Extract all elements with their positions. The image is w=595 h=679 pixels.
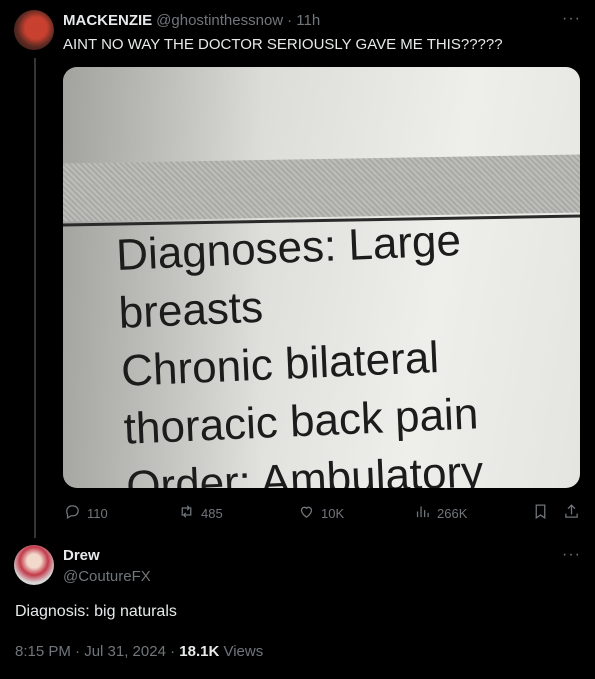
reply-views-label: Views — [223, 643, 264, 660]
like-button[interactable]: 10K — [298, 503, 344, 523]
reply-meta: 8:15 PM · Jul 31, 2024 · 18.1K Views — [15, 643, 263, 660]
bookmark-icon — [532, 503, 549, 523]
views-button[interactable]: 266K — [414, 503, 467, 523]
more-options-icon[interactable]: ··· — [562, 10, 581, 28]
share-icon — [563, 503, 580, 523]
reply-more-options-icon[interactable]: ··· — [562, 546, 581, 564]
reply-author-handle[interactable]: @CoutureFX — [63, 568, 151, 585]
bookmark-button[interactable] — [532, 503, 549, 523]
tweet-header: MACKENZIE @ghostinthessnow · 11h — [63, 12, 320, 29]
avatar-drew[interactable] — [14, 545, 54, 585]
reply-text: Diagnosis: big naturals — [15, 603, 177, 620]
reply-count: 110 — [87, 505, 108, 521]
author-handle[interactable]: @ghostinthessnow — [156, 12, 283, 29]
retweet-count: 485 — [201, 505, 223, 521]
reply-icon — [64, 503, 81, 523]
retweet-icon — [178, 503, 195, 523]
share-button[interactable] — [563, 503, 580, 523]
retweet-button[interactable]: 485 — [178, 503, 223, 523]
tweet-photo[interactable]: Diagnoses: Large breasts Chronic bilater… — [63, 67, 580, 488]
reply-button[interactable]: 110 — [64, 503, 108, 523]
reply-timestamp[interactable]: 8:15 PM · Jul 31, 2024 · — [15, 643, 175, 660]
photo-document-text: Diagnoses: Large breasts Chronic bilater… — [115, 206, 580, 488]
reply-author-name[interactable]: Drew — [63, 547, 100, 565]
thread-line — [34, 58, 36, 538]
views-count: 266K — [437, 505, 468, 521]
like-icon — [298, 503, 315, 523]
tweet-text: AINT NO WAY THE DOCTOR SERIOUSLY GAVE ME… — [63, 36, 503, 53]
author-name[interactable]: MACKENZIE — [63, 12, 152, 29]
avatar-mackenzie[interactable] — [14, 10, 54, 50]
views-icon — [414, 503, 431, 523]
reply-name-text: Drew — [63, 547, 100, 564]
like-count: 10K — [321, 505, 345, 521]
tweet-time[interactable]: · 11h — [287, 12, 320, 29]
reply-views-count: 18.1K — [179, 643, 220, 660]
